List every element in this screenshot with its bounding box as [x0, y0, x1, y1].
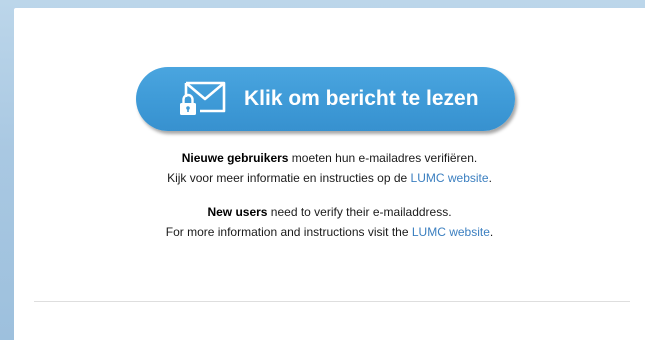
dutch-line-2-period: .	[488, 171, 492, 185]
english-line-2-period: .	[489, 225, 494, 239]
dutch-lumc-website-link[interactable]: LUMC website	[411, 171, 489, 185]
english-line-1: New users need to verify their e-mailadd…	[14, 202, 645, 222]
read-message-button[interactable]: Klik om bericht te lezen	[136, 67, 515, 131]
english-line-2-text: For more information and instructions vi…	[165, 225, 412, 239]
divider	[34, 301, 630, 302]
english-line-1-text: need to verify their e-mailaddress.	[267, 205, 452, 219]
dutch-new-users-bold: Nieuwe gebruikers	[181, 151, 289, 165]
dutch-line-2: Kijk voor meer informatie en instructies…	[14, 168, 645, 188]
english-new-users-bold: New users	[207, 205, 268, 219]
english-lumc-website-link[interactable]: LUMC website	[412, 225, 490, 239]
read-message-label: Klik om bericht te lezen	[244, 87, 479, 110]
dutch-instructions: Nieuwe gebruikers moeten hun e-mailadres…	[14, 148, 645, 188]
envelope-lock-icon	[180, 81, 226, 115]
dutch-line-1: Nieuwe gebruikers moeten hun e-mailadres…	[14, 148, 645, 168]
english-instructions: New users need to verify their e-mailadd…	[14, 202, 645, 242]
dutch-line-2-text: Kijk voor meer informatie en instructies…	[167, 171, 411, 185]
english-line-2: For more information and instructions vi…	[14, 222, 645, 242]
dutch-line-1-text: moeten hun e-mailadres verifiëren.	[288, 151, 478, 165]
